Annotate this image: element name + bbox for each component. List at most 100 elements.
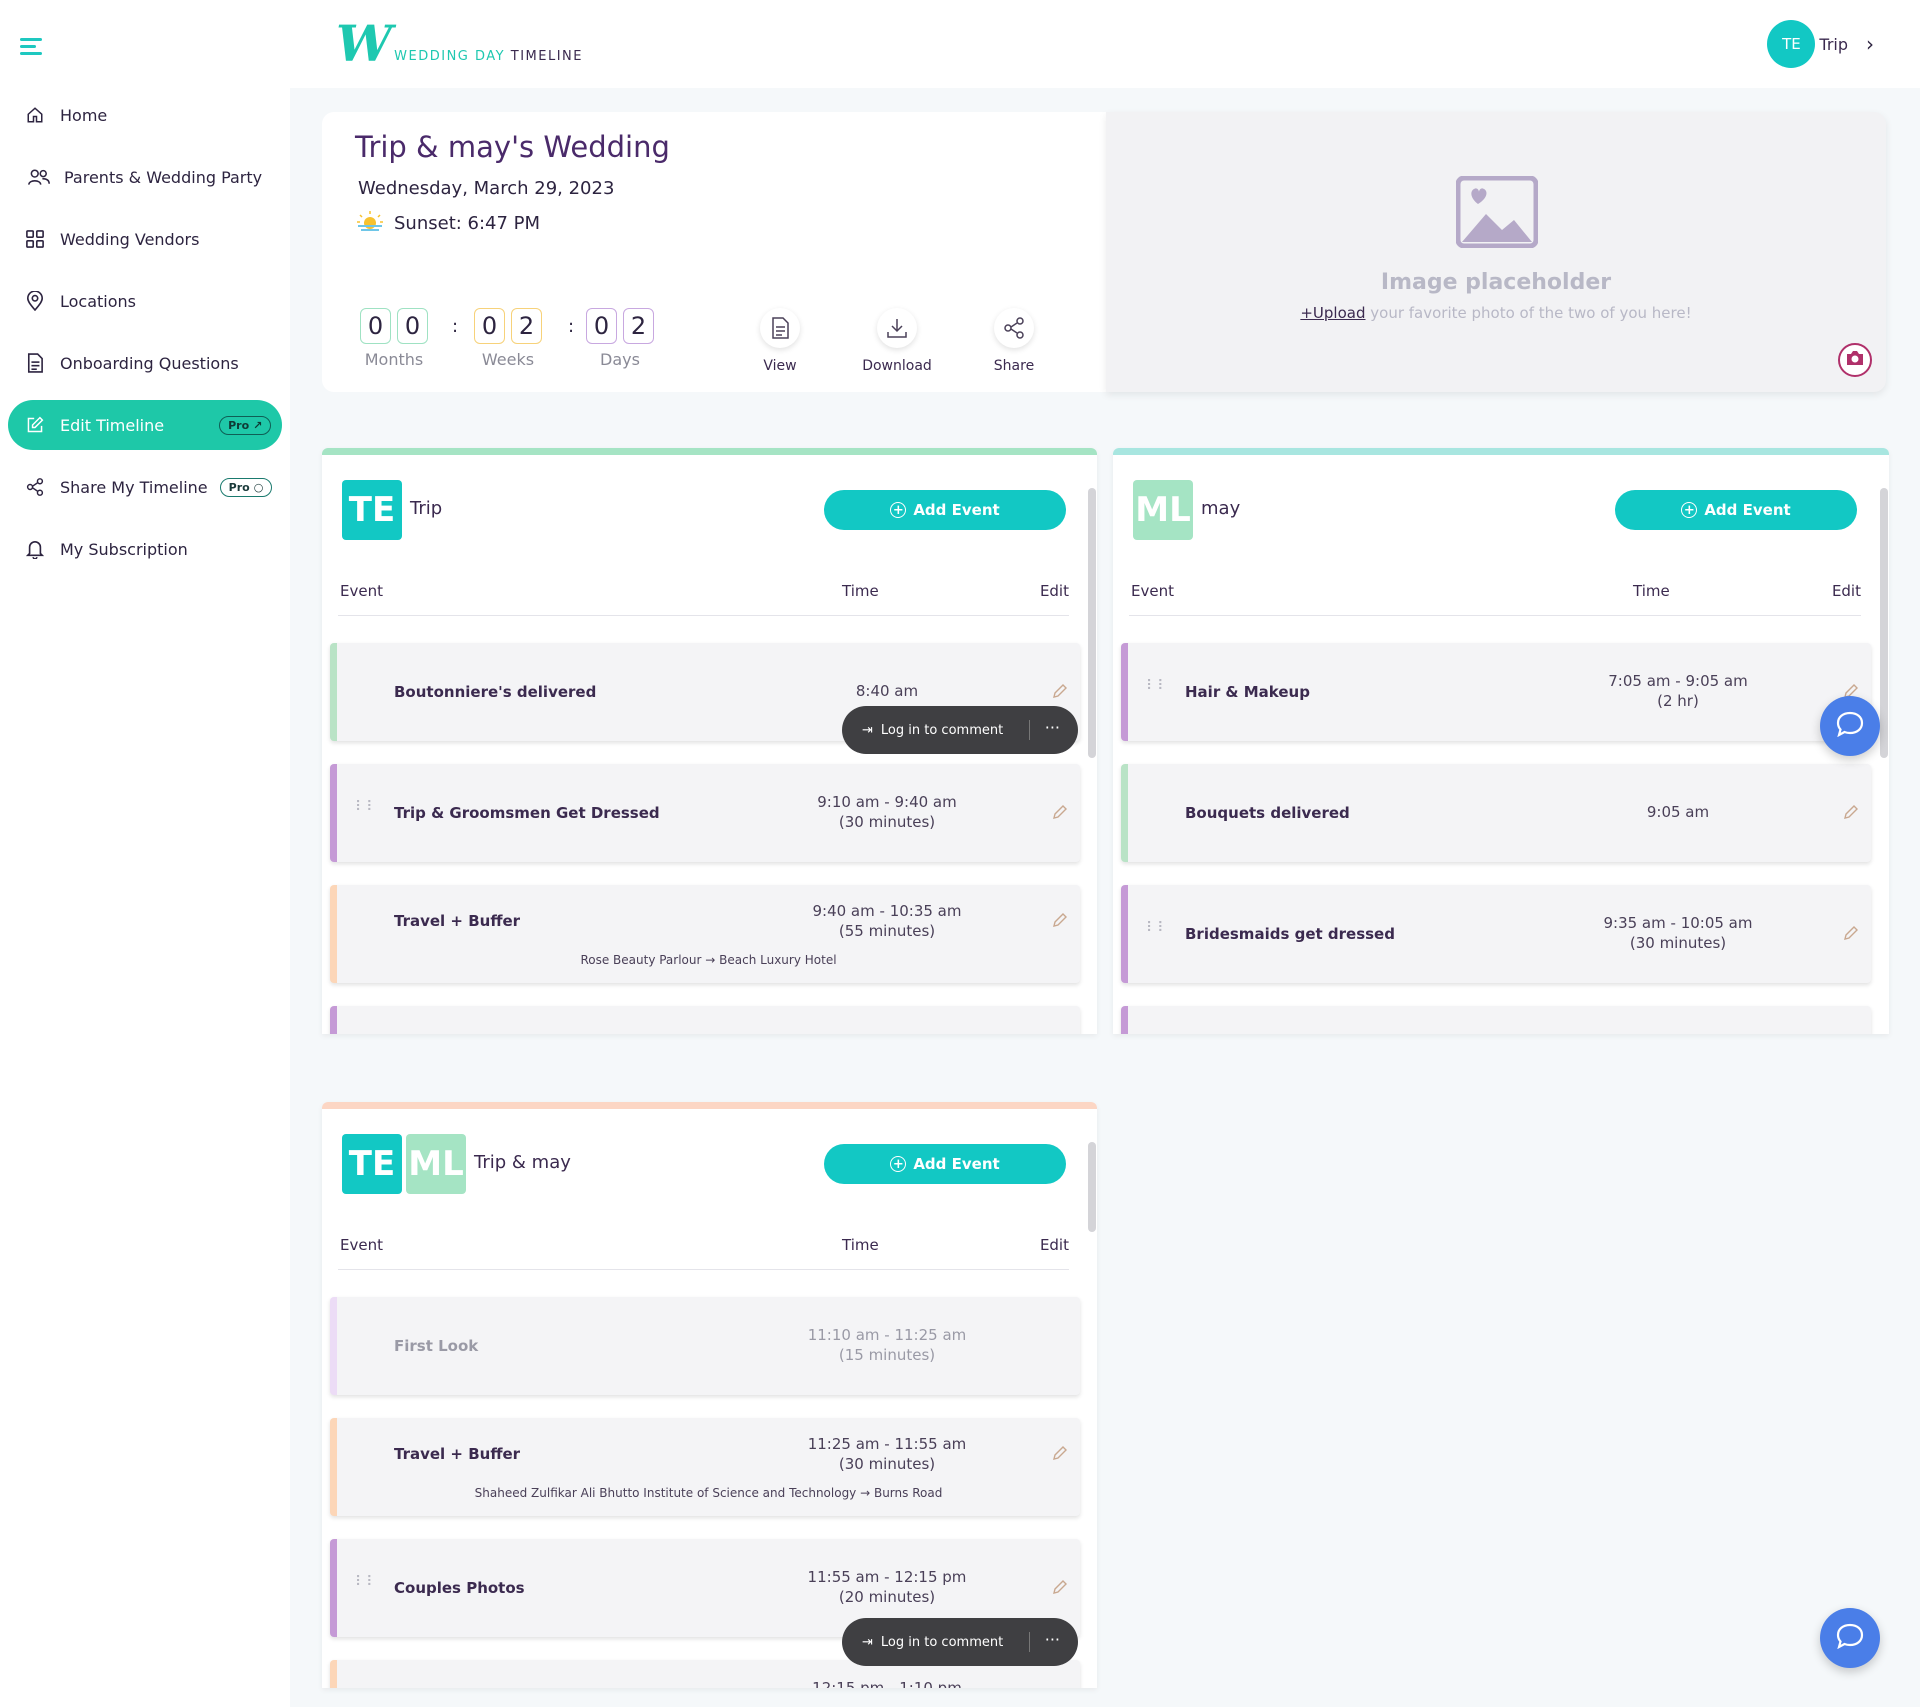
view-button[interactable]: View (740, 308, 820, 374)
camera-icon (1846, 350, 1864, 370)
wedding-date: Wednesday, March 29, 2023 (358, 178, 615, 199)
login-comment-button[interactable]: ⇥ Log in to comment ··· (842, 706, 1078, 754)
image-placeholder: Image placeholder +Upload your favorite … (1106, 112, 1886, 392)
pencil-icon[interactable] (1052, 1445, 1068, 1465)
sidebar-item-label: Home (60, 105, 108, 125)
table-row[interactable]: ⠇⠇ Bridesmaids get dressed 9:35 am - 10:… (1121, 885, 1871, 983)
drag-handle-icon[interactable]: ⠇⠇ (1146, 679, 1169, 693)
wedding-summary-card: Trip & may's Wedding Wednesday, March 29… (322, 112, 1106, 392)
edit-icon (24, 414, 46, 436)
logo-text-secondary: TIMELINE (510, 49, 583, 64)
drag-handle-icon[interactable]: ⠇⠇ (355, 1575, 378, 1589)
sidebar-item-label: My Subscription (60, 539, 188, 559)
countdown-label: Weeks (481, 350, 535, 369)
pencil-icon[interactable] (1052, 912, 1068, 932)
event-route: Shaheed Zulfikar Ali Bhutto Institute of… (474, 1486, 943, 1500)
sidebar-item-onboarding-questions[interactable]: Onboarding Questions (8, 338, 282, 388)
pencil-icon[interactable] (1052, 683, 1068, 703)
app-logo[interactable]: W WEDDING DAY TIMELINE (336, 19, 583, 69)
image-icon (1455, 175, 1539, 252)
pencil-icon[interactable] (1052, 1579, 1068, 1599)
sidebar-item-share-my-timeline[interactable]: Share My Timeline Pro ○ (8, 462, 282, 512)
drag-handle-icon[interactable]: ⠇⠇ (355, 800, 378, 814)
event-name: Travel + Buffer (394, 1445, 521, 1463)
login-comment-button[interactable]: ⇥ Log in to comment ··· (842, 1618, 1078, 1666)
share-button[interactable]: Share (974, 308, 1054, 374)
timeline-panel-may: ML may + Add Event Event Time Edit ⠇⠇ Hai… (1113, 448, 1889, 1034)
countdown-digit: 0 (474, 308, 505, 344)
event-name: Bridesmaids get dressed (1185, 925, 1395, 943)
table-row[interactable] (1121, 1006, 1871, 1034)
table-header: Event Time Edit (1129, 582, 1861, 616)
plus-circle-icon: + (1681, 502, 1698, 518)
sidebar-item-wedding-vendors[interactable]: Wedding Vendors (8, 214, 282, 264)
plus-circle-icon: + (890, 502, 907, 518)
countdown-digit: 2 (511, 308, 542, 344)
sidebar-nav: Home Parents & Wedding Party Wedding Ven… (8, 90, 282, 586)
bell-icon (24, 538, 46, 560)
event-time: 9:10 am - 9:40 am (817, 793, 957, 811)
add-event-button[interactable]: + Add Event (824, 490, 1066, 530)
ring-icon: ○ (253, 480, 264, 494)
table-row[interactable]: ⠇⠇ Hair & Makeup 7:05 am - 9:05 am (2 hr) (1121, 643, 1871, 741)
share-label: Share (993, 358, 1035, 374)
participant-avatar: TE (342, 480, 402, 540)
event-name: Travel + Buffer (394, 912, 521, 930)
table-row[interactable]: Bouquets delivered 9:05 am (1121, 764, 1871, 862)
col-edit: Edit (1039, 582, 1069, 600)
pencil-icon[interactable] (1052, 804, 1068, 824)
people-icon (28, 166, 50, 188)
scrollbar[interactable] (1088, 1142, 1096, 1232)
event-time: 9:40 am - 10:35 am (812, 902, 962, 920)
countdown-label: Months (364, 350, 424, 369)
sidebar-item-my-subscription[interactable]: My Subscription (8, 524, 282, 574)
sidebar: Home Parents & Wedding Party Wedding Ven… (0, 0, 290, 1707)
sidebar-item-parents-wedding-party[interactable]: Parents & Wedding Party (8, 152, 282, 202)
chat-button[interactable] (1820, 696, 1880, 756)
event-duration: (20 minutes) (838, 1588, 936, 1606)
event-time: 12:15 pm - 1:10 pm (812, 1679, 962, 1688)
image-placeholder-title: Image placeholder (1380, 270, 1612, 295)
col-time: Time (842, 582, 879, 600)
drag-handle-icon[interactable]: ⠇⠇ (1146, 921, 1169, 935)
table-header: Event Time Edit (338, 582, 1069, 616)
share-icon (994, 308, 1034, 348)
user-avatar[interactable]: TE (1767, 20, 1816, 68)
chevron-right-icon[interactable]: › (1866, 32, 1874, 56)
chat-button[interactable] (1820, 1608, 1880, 1668)
pencil-icon[interactable] (1843, 925, 1859, 945)
countdown-digit: 0 (360, 308, 391, 344)
document-icon (24, 352, 46, 374)
event-duration: (30 minutes) (838, 813, 936, 831)
event-route: Rose Beauty Parlour → Beach Luxury Hotel (580, 953, 837, 967)
upload-link[interactable]: +Upload (1300, 304, 1365, 322)
table-row[interactable]: ⠇⠇ Trip & Groomsmen Get Dressed 9:10 am … (330, 764, 1080, 862)
more-options-icon[interactable]: ··· (1045, 1630, 1060, 1649)
add-event-button[interactable]: + Add Event (824, 1144, 1066, 1184)
sidebar-item-locations[interactable]: Locations (8, 276, 282, 326)
col-event: Event (340, 582, 383, 600)
menu-toggle-icon[interactable] (20, 38, 42, 56)
event-duration: (2 hr) (1657, 692, 1699, 710)
more-options-icon[interactable]: ··· (1045, 718, 1060, 737)
sidebar-item-home[interactable]: Home (8, 90, 282, 140)
participant-avatar: ML (406, 1134, 466, 1194)
user-menu[interactable]: TE Trip › (1767, 20, 1874, 68)
camera-button[interactable] (1838, 343, 1872, 377)
scrollbar[interactable] (1880, 488, 1888, 758)
event-time: 11:55 am - 12:15 pm (807, 1568, 967, 1586)
add-event-button[interactable]: + Add Event (1615, 490, 1857, 530)
scrollbar[interactable] (1088, 488, 1096, 758)
sidebar-item-edit-timeline[interactable]: Edit Timeline Pro ↗ (8, 400, 282, 450)
top-header: W WEDDING DAY TIMELINE TE Trip › (290, 0, 1920, 88)
pencil-icon[interactable] (1843, 804, 1859, 824)
download-button[interactable]: Download (857, 308, 937, 374)
sidebar-item-label: Onboarding Questions (60, 353, 239, 373)
table-row[interactable]: Travel + Buffer 9:40 am - 10:35 am (55 mi… (330, 885, 1080, 983)
table-row[interactable]: First Look 11:10 am - 11:25 am (15 minute… (330, 1297, 1080, 1395)
table-row[interactable] (330, 1006, 1080, 1034)
event-duration: (30 minutes) (838, 1455, 936, 1473)
countdown-digit: 2 (623, 308, 654, 344)
sidebar-item-label: Edit Timeline (60, 415, 165, 435)
table-row[interactable]: Travel + Buffer 11:25 am - 11:55 am (30 m… (330, 1418, 1080, 1516)
